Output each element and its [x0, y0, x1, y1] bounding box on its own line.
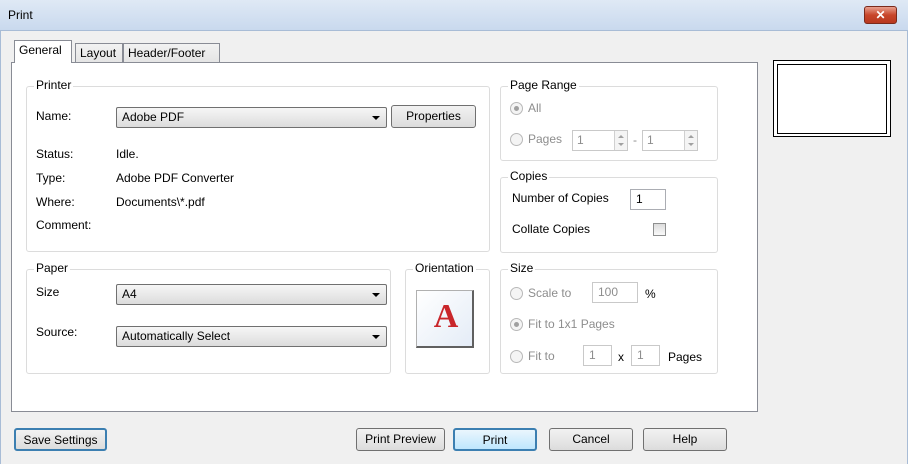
page-range-from-spinner[interactable]: 1: [572, 130, 628, 151]
close-button[interactable]: ✕: [864, 6, 897, 24]
paper-size-value: A4: [122, 287, 137, 301]
scale-percent-input[interactable]: 100: [592, 282, 638, 303]
collate-copies-checkbox[interactable]: [653, 223, 666, 236]
copies-group-label: Copies: [508, 169, 550, 183]
type-value: Adobe PDF Converter: [116, 171, 235, 185]
orientation-portrait-icon[interactable]: A: [416, 290, 474, 348]
print-preview-button[interactable]: Print Preview: [356, 428, 445, 451]
collate-copies-label: Collate Copies: [512, 222, 591, 236]
fit-1x1-label: Fit to 1x1 Pages: [528, 317, 615, 331]
paper-source-label: Source:: [36, 325, 78, 339]
page-preview-inner: [777, 64, 887, 134]
status-value: Idle.: [116, 147, 139, 161]
properties-button[interactable]: Properties: [391, 105, 476, 128]
page-range-all-label: All: [528, 101, 542, 115]
paper-source-dropdown[interactable]: Automatically Select: [116, 326, 387, 347]
percent-symbol: %: [645, 287, 656, 301]
chevron-down-icon: [372, 116, 380, 120]
page-range-group-label: Page Range: [508, 78, 579, 92]
printer-name-label: Name:: [36, 109, 72, 123]
title-bar: Print ✕: [0, 0, 908, 31]
type-label: Type:: [36, 171, 66, 185]
number-of-copies-input[interactable]: 1: [630, 189, 666, 210]
scale-to-radio[interactable]: [510, 287, 523, 300]
fit-to-pages-label: Pages: [668, 350, 703, 364]
status-label: Status:: [36, 147, 74, 161]
fit-to-y-input[interactable]: 1: [631, 345, 660, 366]
spinner-arrows-icon[interactable]: [614, 131, 627, 150]
paper-size-dropdown[interactable]: A4: [116, 284, 387, 305]
page-range-pages-radio[interactable]: [510, 133, 523, 146]
close-icon: ✕: [875, 8, 886, 22]
fit-to-label: Fit to: [528, 349, 555, 363]
fit-to-radio[interactable]: [510, 350, 523, 363]
page-range-to-value: 1: [647, 133, 654, 147]
page-range-dash: -: [633, 133, 637, 147]
page-range-all-radio[interactable]: [510, 102, 523, 115]
chevron-down-icon: [372, 335, 380, 339]
paper-group-label: Paper: [34, 261, 71, 275]
help-button[interactable]: Help: [643, 428, 727, 451]
where-value: Documents\*.pdf: [116, 195, 205, 209]
save-settings-button[interactable]: Save Settings: [14, 428, 107, 451]
tab-header-footer[interactable]: Header/Footer: [123, 43, 220, 64]
tab-layout[interactable]: Layout: [75, 43, 123, 64]
printer-name-dropdown[interactable]: Adobe PDF: [116, 107, 387, 128]
page-range-to-spinner[interactable]: 1: [642, 130, 698, 151]
fit-to-x-input[interactable]: 1: [583, 345, 612, 366]
fit-1x1-radio[interactable]: [510, 318, 523, 331]
spinner-arrows-icon[interactable]: [684, 131, 697, 150]
page-preview: [773, 60, 891, 137]
paper-size-label: Size: [36, 285, 60, 299]
page-range-pages-label: Pages: [528, 132, 563, 146]
where-label: Where:: [36, 195, 75, 209]
cancel-button[interactable]: Cancel: [549, 428, 633, 451]
orientation-letter: A: [433, 298, 459, 335]
fit-to-x-separator: x: [618, 350, 624, 364]
comment-label: Comment:: [36, 218, 92, 232]
chevron-down-icon: [372, 293, 380, 297]
orientation-group-label: Orientation: [413, 261, 476, 275]
number-of-copies-label: Number of Copies: [512, 191, 609, 205]
tab-general[interactable]: General: [14, 40, 72, 63]
paper-source-value: Automatically Select: [122, 329, 231, 343]
copies-group: [500, 177, 718, 253]
tab-panel-general: Printer Name: Adobe PDF Properties Statu…: [11, 62, 758, 412]
print-button[interactable]: Print: [453, 428, 537, 451]
printer-name-value: Adobe PDF: [122, 110, 185, 124]
scale-to-label: Scale to: [528, 286, 572, 300]
size-group-label: Size: [508, 261, 536, 275]
window-title: Print: [8, 8, 33, 22]
page-range-from-value: 1: [577, 133, 584, 147]
printer-group-label: Printer: [34, 78, 74, 92]
